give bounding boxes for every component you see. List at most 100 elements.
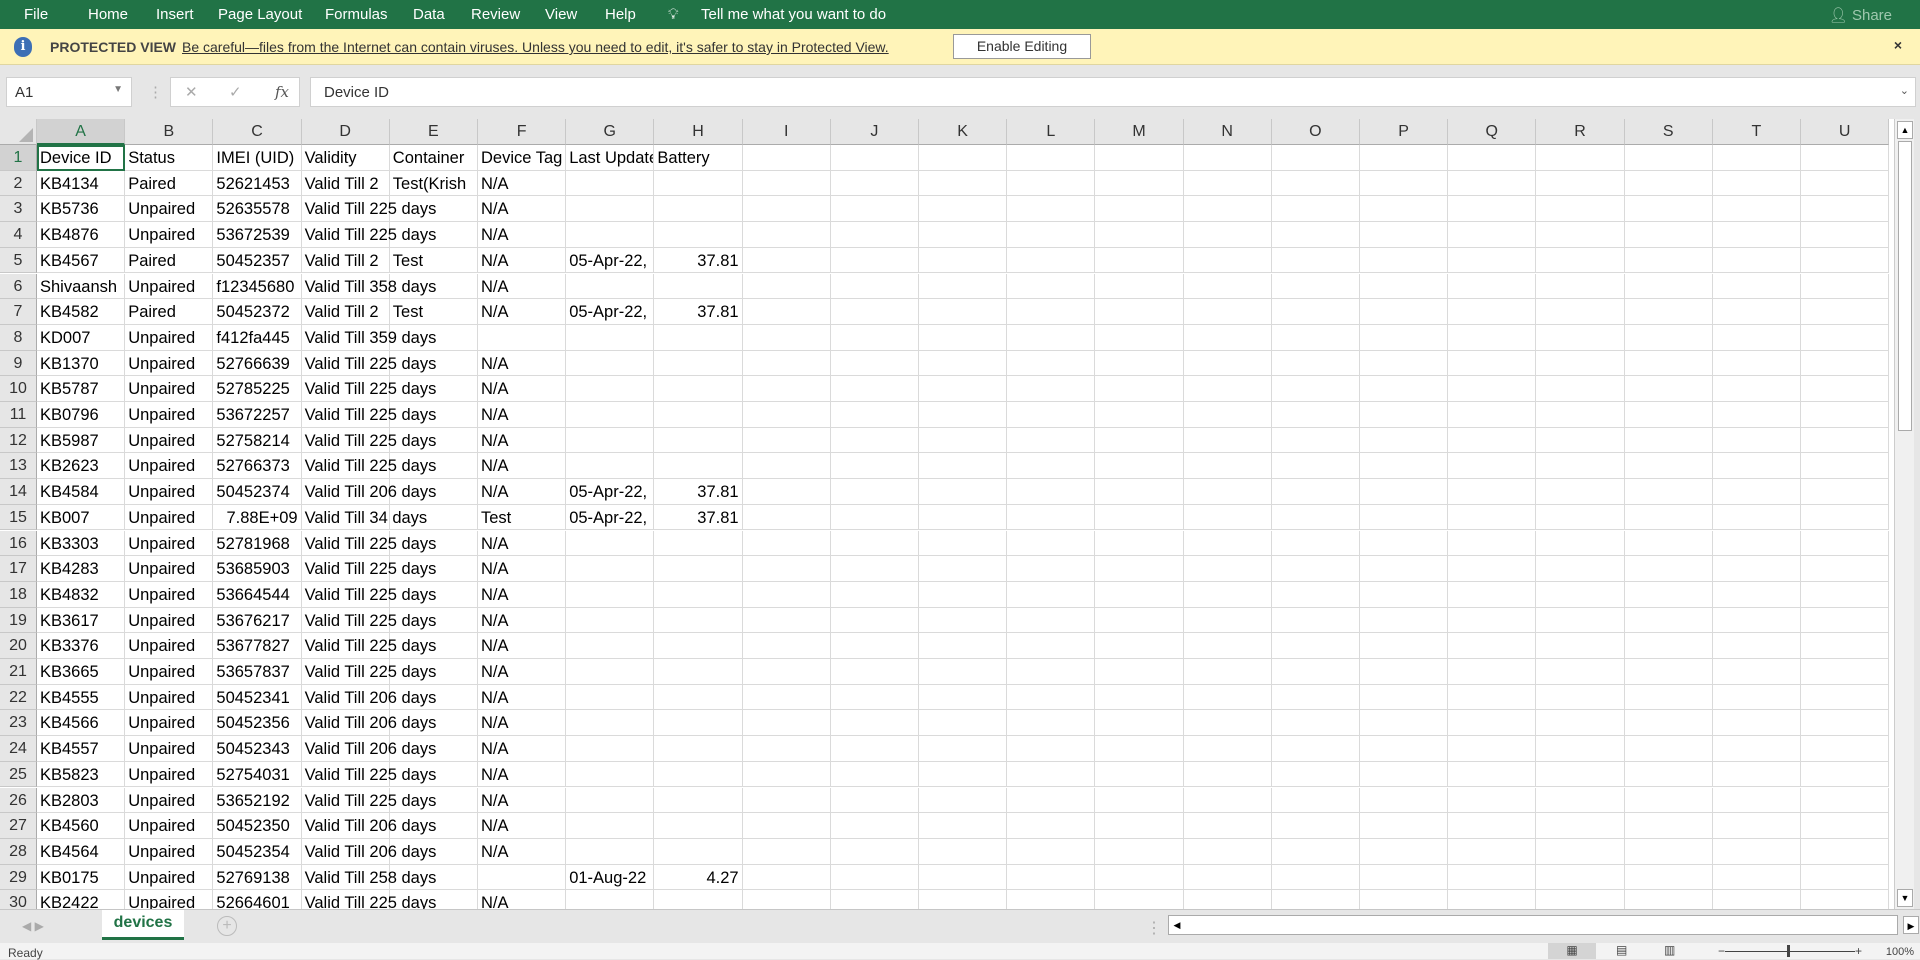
cell[interactable] [919,324,1008,351]
cell[interactable] [1448,196,1537,223]
cell[interactable] [830,761,919,788]
cell[interactable] [1448,890,1537,909]
cell[interactable] [1360,864,1449,891]
cell[interactable] [1007,787,1096,814]
cell[interactable] [1624,607,1713,634]
cell[interactable] [742,376,831,402]
cell[interactable] [1007,761,1096,788]
expand-formula-icon[interactable]: ⌄ [1900,84,1909,97]
cell[interactable] [389,607,478,634]
cell[interactable] [1095,222,1184,248]
cell[interactable] [1183,247,1272,274]
cell[interactable] [1801,247,1890,274]
cell[interactable] [1536,427,1625,454]
cell[interactable] [566,402,655,428]
tab-page-layout[interactable]: Page Layout [218,6,302,23]
header-cell[interactable] [919,145,1008,171]
column-header-d[interactable]: D [301,119,390,145]
column-header-s[interactable]: S [1624,119,1713,145]
cell[interactable] [1183,222,1272,248]
cell[interactable] [742,581,831,608]
cell[interactable] [1624,247,1713,274]
cell[interactable] [1183,530,1272,557]
cell[interactable] [654,890,743,909]
header-cell[interactable]: Last Update [566,145,655,171]
cell[interactable] [919,402,1008,428]
cell[interactable]: Valid Till 225 days [301,427,436,454]
cell[interactable] [830,684,919,711]
cell[interactable] [566,710,655,737]
cell[interactable]: Valid Till 225 days [301,222,436,248]
cell[interactable]: 52664601 [213,890,302,909]
normal-view-icon[interactable]: ▦ [1548,943,1596,959]
cell[interactable] [1095,196,1184,223]
cell[interactable] [1801,170,1890,197]
cell[interactable] [742,659,831,685]
cell[interactable] [1183,864,1272,891]
cell[interactable]: N/A [478,402,567,428]
cell[interactable]: Valid Till 206 days [301,813,436,839]
cell[interactable] [654,196,743,223]
cell[interactable] [1801,273,1890,300]
header-cell[interactable] [1448,145,1537,171]
cell[interactable] [1183,504,1272,531]
cell[interactable] [1536,376,1625,402]
cell[interactable] [654,273,743,300]
cell[interactable] [1448,530,1537,557]
cell[interactable] [654,427,743,454]
cell[interactable] [1007,479,1096,505]
scroll-up-icon[interactable]: ▲ [1897,121,1913,139]
cell[interactable] [1801,556,1890,582]
cell[interactable]: 50452356 [213,710,302,737]
cell[interactable] [654,838,743,865]
cell[interactable] [742,247,831,274]
cell[interactable]: Unpaired [125,890,214,909]
cell[interactable] [654,376,743,402]
cell[interactable] [1271,736,1360,762]
cell[interactable]: N/A [478,633,567,659]
cell[interactable] [1360,633,1449,659]
column-header-m[interactable]: M [1095,119,1184,145]
row-header[interactable]: 14 [0,479,37,505]
cell[interactable] [919,736,1008,762]
column-header-e[interactable]: E [389,119,478,145]
cell[interactable]: N/A [478,453,567,480]
cell[interactable]: 53657837 [213,659,302,685]
cell[interactable] [1801,453,1890,480]
scroll-down-icon[interactable]: ▼ [1897,889,1913,907]
cell[interactable]: N/A [478,581,567,608]
cell[interactable]: Unpaired [125,607,214,634]
sheet-nav-arrows-icon[interactable]: ◀ ▶ [22,919,44,933]
cell[interactable] [1624,504,1713,531]
cell[interactable] [1536,607,1625,634]
cell[interactable]: Unpaired [125,633,214,659]
cell[interactable] [830,350,919,377]
cell[interactable] [1007,350,1096,377]
cell[interactable] [1624,427,1713,454]
cell[interactable]: N/A [478,607,567,634]
cell[interactable]: 52758214 [213,427,302,454]
cell[interactable] [1536,196,1625,223]
cell[interactable] [1536,761,1625,788]
cell[interactable] [389,633,478,659]
header-cell[interactable]: IMEI (UID) [213,145,302,171]
cell[interactable] [1624,659,1713,685]
header-cell[interactable]: Validity [301,145,390,171]
cell[interactable] [742,402,831,428]
cell[interactable]: 52635578 [213,196,302,223]
cell[interactable] [1448,273,1537,300]
cell[interactable] [1360,376,1449,402]
cell[interactable] [1448,299,1537,325]
cell[interactable]: N/A [478,787,567,814]
cell[interactable] [919,504,1008,531]
cell[interactable] [1448,402,1537,428]
cell[interactable] [1095,324,1184,351]
cell[interactable] [654,222,743,248]
cell[interactable] [1801,427,1890,454]
cell[interactable] [1624,581,1713,608]
column-header-f[interactable]: F [478,119,567,145]
cell[interactable]: 37.81 [654,247,743,274]
column-header-c[interactable]: C [213,119,302,145]
header-cell[interactable] [1095,145,1184,171]
cell[interactable]: KB4567 [37,247,126,274]
